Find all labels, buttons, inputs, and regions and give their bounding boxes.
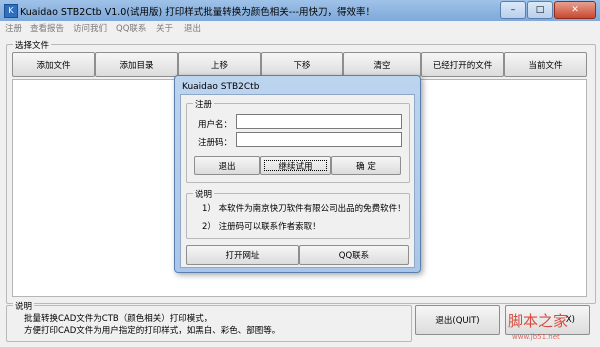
opened-files-button[interactable]: 已经打开的文件 xyxy=(421,52,504,77)
registration-code-input[interactable] xyxy=(236,132,402,147)
title-bar: K Kuaidao STB2Ctb V1.0(试用版) 打印样式批量转换为颜色相… xyxy=(0,0,600,22)
qq-contact-button[interactable]: QQ联系 xyxy=(299,245,409,265)
dialog-exit-button[interactable]: 退出 xyxy=(194,156,260,175)
menu-qq-contact[interactable]: QQ联系 xyxy=(116,22,146,34)
dialog-title: Kuaidao STB2Ctb xyxy=(182,82,260,92)
menu-visit-us[interactable]: 访问我们 xyxy=(73,22,107,34)
select-files-caption: 选择文件 xyxy=(13,39,52,51)
quit-button[interactable]: 退出(QUIT) xyxy=(415,305,500,335)
info-line-2: 2） 注册码可以联系作者索取！ xyxy=(202,222,321,232)
registration-dialog: Kuaidao STB2Ctb 注册 用户名： 注册码： 退出 继续试用 确 定… xyxy=(174,75,421,273)
move-down-button[interactable]: 下移 xyxy=(261,52,343,77)
current-file-button[interactable]: 当前文件 xyxy=(504,52,587,77)
watermark-logo: 脚本之家 xyxy=(508,312,569,330)
focus-indicator xyxy=(264,160,327,171)
watermark-url: www.jb51.net xyxy=(512,333,560,341)
username-label: 用户名： xyxy=(198,120,233,130)
move-up-button[interactable]: 上移 xyxy=(178,52,261,77)
menu-about[interactable]: 关于 xyxy=(156,22,173,34)
open-website-button[interactable]: 打开网址 xyxy=(186,245,299,265)
close-button[interactable]: ✕ xyxy=(554,1,596,19)
menu-bar: 注册 查看报告 访问我们 QQ联系 关于 退出 xyxy=(0,21,600,35)
clear-button[interactable]: 清空 xyxy=(343,52,421,77)
app-icon: K xyxy=(4,4,18,18)
info-line-1: 1） 本软件为南京快刀软件有限公司出品的免费软件！ xyxy=(202,204,406,214)
info-caption: 说明 xyxy=(193,188,215,200)
code-label: 注册码： xyxy=(198,138,233,148)
menu-register[interactable]: 注册 xyxy=(5,22,22,34)
window-title: Kuaidao STB2Ctb V1.0(试用版) 打印样式批量转换为颜色相关-… xyxy=(20,7,376,18)
info-group: 说明 xyxy=(186,188,410,239)
maximize-button[interactable]: □ xyxy=(527,1,553,19)
menu-exit[interactable]: 退出 xyxy=(184,22,201,34)
confirm-button[interactable]: 确 定 xyxy=(331,156,401,175)
add-file-button[interactable]: 添加文件 xyxy=(12,52,95,77)
note-line-2: 方便打印CAD文件为用户指定的打印样式，如黑白、彩色、部图等。 xyxy=(24,326,281,336)
window-controls: – □ ✕ xyxy=(500,1,596,19)
menu-view-report[interactable]: 查看报告 xyxy=(30,22,64,34)
note-line-1: 批量转换CAD文件为CTB（颜色相关）打印模式， xyxy=(24,314,213,324)
note-caption: 说明 xyxy=(13,300,35,312)
minimize-button[interactable]: – xyxy=(500,1,526,19)
register-caption: 注册 xyxy=(193,98,215,110)
username-input[interactable] xyxy=(236,114,402,129)
continue-trial-button[interactable]: 继续试用 xyxy=(260,156,331,175)
add-folder-button[interactable]: 添加目录 xyxy=(95,52,178,77)
dialog-body: 注册 用户名： 注册码： 退出 继续试用 确 定 说明 1） 本软件为南京快刀软… xyxy=(180,94,415,268)
